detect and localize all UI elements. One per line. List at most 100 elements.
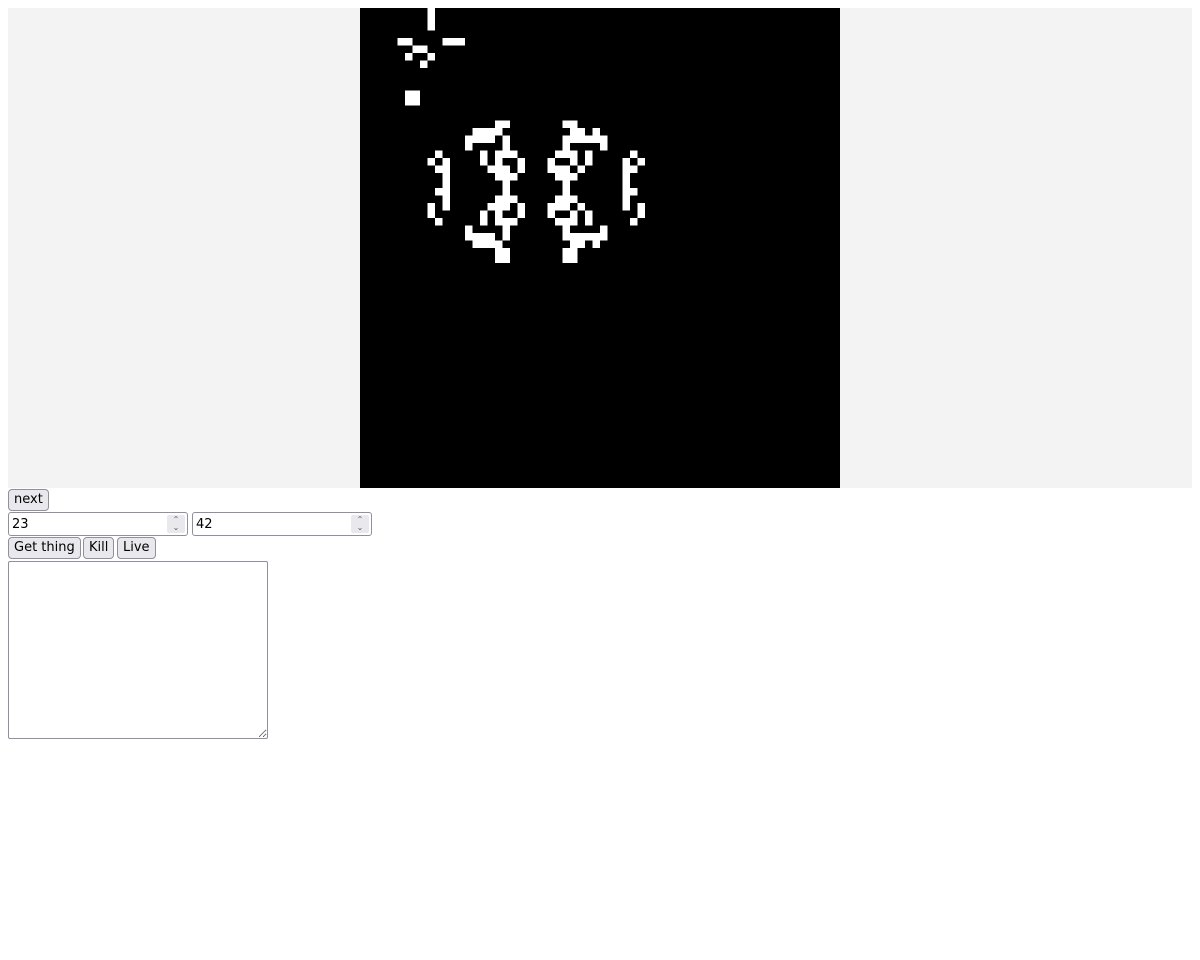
live-cell[interactable] (570, 128, 578, 136)
live-cell[interactable] (510, 173, 518, 181)
live-cell[interactable] (585, 150, 593, 159)
live-cell[interactable] (435, 150, 443, 159)
live-cell[interactable] (585, 135, 593, 144)
live-cell[interactable] (480, 150, 488, 159)
live-cell[interactable] (435, 165, 443, 174)
live-cell[interactable] (465, 135, 473, 144)
live-cell[interactable] (562, 150, 571, 159)
live-cell[interactable] (442, 38, 451, 46)
live-cell[interactable] (562, 203, 571, 211)
live-cell[interactable] (637, 158, 646, 166)
live-cell[interactable] (502, 143, 511, 151)
live-cell[interactable] (472, 128, 481, 136)
live-cell[interactable] (622, 203, 631, 211)
live-cell[interactable] (510, 218, 518, 226)
live-cell[interactable] (487, 240, 496, 249)
live-cell[interactable] (600, 233, 608, 241)
live-cell[interactable] (442, 158, 451, 166)
live-cell[interactable] (562, 135, 571, 144)
live-cell[interactable] (487, 203, 496, 211)
live-cell[interactable] (495, 210, 503, 219)
kill-button[interactable]: Kill (83, 537, 115, 559)
live-cell[interactable] (562, 195, 571, 204)
chevron-down-icon[interactable]: ⌄ (171, 524, 181, 532)
live-cell[interactable] (427, 158, 436, 166)
live-cell[interactable] (517, 158, 526, 166)
live-cell[interactable] (562, 180, 571, 189)
live-cell[interactable] (547, 210, 556, 219)
live-cell[interactable] (487, 135, 496, 144)
live-cell[interactable] (442, 195, 451, 204)
live-cell[interactable] (555, 218, 563, 226)
live-cell[interactable] (562, 218, 571, 226)
live-cell[interactable] (577, 233, 586, 241)
live-cell[interactable] (622, 180, 631, 189)
live-cell[interactable] (405, 38, 413, 46)
live-cell[interactable] (622, 158, 631, 166)
col-spinner[interactable]: ⌃ ⌄ (351, 515, 369, 533)
live-cell[interactable] (637, 210, 646, 219)
live-cell[interactable] (585, 210, 593, 219)
live-cell[interactable] (465, 225, 473, 234)
live-cell[interactable] (495, 203, 503, 211)
live-cell[interactable] (427, 8, 436, 16)
live-cell[interactable] (585, 158, 593, 166)
live-cell[interactable] (577, 135, 586, 144)
live-cell[interactable] (585, 218, 593, 226)
live-cell[interactable] (592, 128, 601, 136)
live-cell[interactable] (450, 38, 458, 46)
live-cell[interactable] (622, 165, 631, 174)
live-cell[interactable] (502, 150, 511, 159)
live-cell[interactable] (562, 248, 571, 256)
live-cell[interactable] (427, 53, 436, 61)
live-cell[interactable] (427, 210, 436, 219)
live-cell[interactable] (412, 98, 421, 106)
live-cell[interactable] (570, 150, 578, 159)
row-input[interactable] (9, 513, 162, 535)
live-cell[interactable] (637, 203, 646, 211)
live-cell[interactable] (510, 195, 518, 204)
live-cell[interactable] (585, 233, 593, 241)
live-cell[interactable] (592, 135, 601, 144)
live-cell[interactable] (600, 143, 608, 151)
live-cell[interactable] (510, 150, 518, 159)
live-cell[interactable] (412, 45, 421, 54)
col-input[interactable] (193, 513, 346, 535)
live-cell[interactable] (502, 165, 511, 174)
live-cell[interactable] (412, 90, 421, 99)
live-cell[interactable] (502, 255, 511, 264)
live-cell[interactable] (487, 233, 496, 241)
live-cell[interactable] (502, 188, 511, 196)
live-cell[interactable] (472, 240, 481, 249)
live-cell[interactable] (577, 128, 586, 136)
live-cell[interactable] (517, 203, 526, 211)
live-cell[interactable] (435, 218, 443, 226)
live-cell[interactable] (472, 135, 481, 144)
live-cell[interactable] (495, 165, 503, 174)
live-cell[interactable] (562, 173, 571, 181)
live-cell[interactable] (592, 240, 601, 249)
live-cell[interactable] (630, 150, 638, 159)
live-cell[interactable] (502, 195, 511, 204)
live-cell[interactable] (562, 120, 571, 129)
live-cell[interactable] (570, 248, 578, 256)
live-cell[interactable] (427, 15, 436, 24)
live-cell[interactable] (502, 225, 511, 234)
live-cell[interactable] (420, 60, 428, 69)
live-cell[interactable] (622, 173, 631, 181)
life-board[interactable] (360, 8, 840, 488)
live-cell[interactable] (495, 248, 503, 256)
live-cell[interactable] (622, 195, 631, 204)
live-cell[interactable] (600, 225, 608, 234)
live-cell[interactable] (405, 98, 413, 106)
get-thing-button[interactable]: Get thing (8, 537, 81, 559)
live-cell[interactable] (502, 233, 511, 241)
live-cell[interactable] (480, 135, 488, 144)
live-cell[interactable] (495, 195, 503, 204)
live-cell[interactable] (502, 180, 511, 189)
live-cell[interactable] (577, 240, 586, 249)
live-cell[interactable] (495, 173, 503, 181)
live-cell[interactable] (480, 158, 488, 166)
live-cell[interactable] (562, 143, 571, 151)
live-cell[interactable] (570, 173, 578, 181)
